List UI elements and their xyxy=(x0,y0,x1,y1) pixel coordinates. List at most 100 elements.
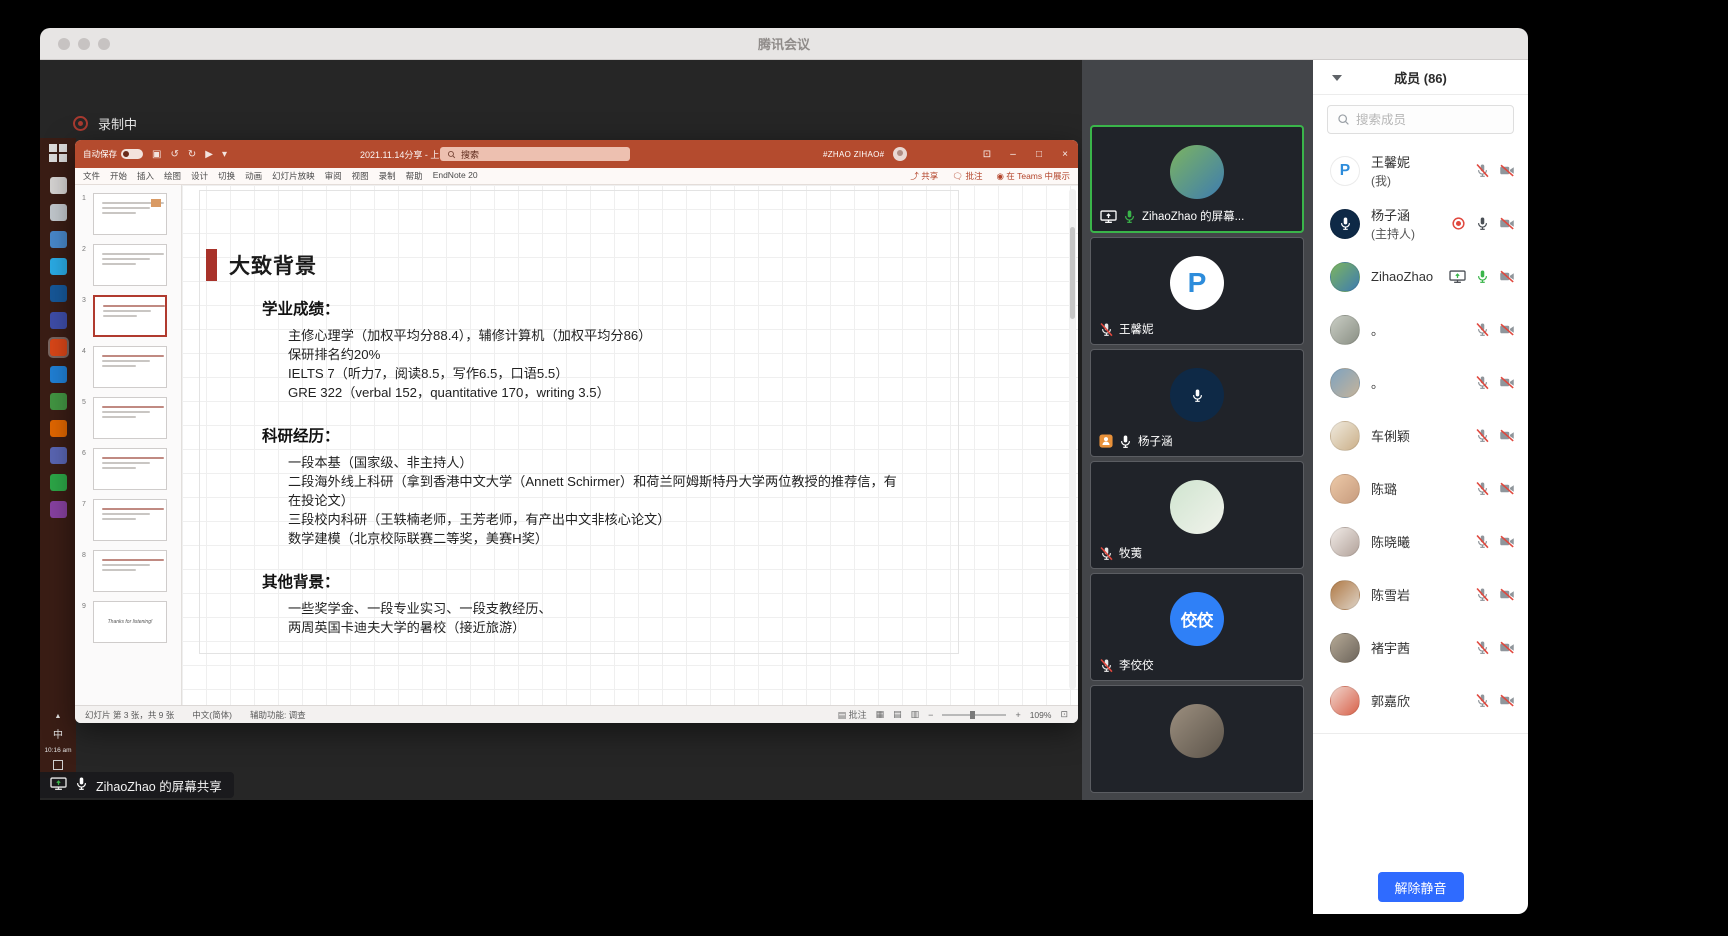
member-search-input[interactable] xyxy=(1356,113,1506,127)
thumbnail-preview[interactable] xyxy=(93,346,167,388)
zoom-in-icon[interactable]: + xyxy=(1015,710,1020,720)
taskbar-app-icon-11[interactable] xyxy=(50,447,67,464)
slide-sorter-view-icon[interactable]: ▤ xyxy=(893,709,902,720)
collapse-panel-icon[interactable] xyxy=(1332,75,1342,81)
close-window-button[interactable] xyxy=(58,38,70,50)
slide-thumbnail-8[interactable]: 8 xyxy=(75,550,181,592)
taskbar-app-icon-5[interactable] xyxy=(50,285,67,302)
taskbar-app-icon-4[interactable] xyxy=(50,258,67,275)
taskbar-app-icon-3[interactable] xyxy=(50,231,67,248)
member-row-4[interactable]: 。 xyxy=(1313,303,1528,356)
slide-thumbnail-5[interactable]: 5 xyxy=(75,397,181,439)
slide-thumbnail-3[interactable]: 3 xyxy=(75,295,181,337)
windows-logo-icon[interactable] xyxy=(49,144,67,162)
member-row-1[interactable]: P王馨妮(我) xyxy=(1313,144,1528,197)
zoom-level[interactable]: 109% xyxy=(1030,710,1052,720)
ribbon-tab-2[interactable]: 开始 xyxy=(110,170,127,182)
notification-center-icon[interactable] xyxy=(53,760,63,770)
taskbar-app-icon-9[interactable] xyxy=(50,393,67,410)
present-in-teams-button[interactable]: ◉ 在 Teams 中展示 xyxy=(996,170,1070,182)
thumbnail-preview[interactable] xyxy=(93,397,167,439)
taskbar-app-icon-8[interactable] xyxy=(50,366,67,383)
slide-thumbnail-1[interactable]: 1 xyxy=(75,193,181,235)
present-icon[interactable]: ▶ xyxy=(205,149,213,160)
slide-thumbnail-7[interactable]: 7 xyxy=(75,499,181,541)
notes-button[interactable]: ▤ 批注 xyxy=(838,708,867,721)
unmute-button[interactable]: 解除静音 xyxy=(1378,872,1464,902)
slide-thumbnail-2[interactable]: 2 xyxy=(75,244,181,286)
ribbon-tab-4[interactable]: 绘图 xyxy=(164,170,181,182)
comments-button[interactable]: 🗨 批注 xyxy=(952,170,982,182)
taskbar-app-icon-10[interactable] xyxy=(50,420,67,437)
tray-expand-icon[interactable]: ▲ xyxy=(55,713,62,720)
ribbon-tab-9[interactable]: 审阅 xyxy=(325,170,342,182)
ribbon-tab-12[interactable]: 帮助 xyxy=(406,170,423,182)
ribbon-tab-11[interactable]: 录制 xyxy=(379,170,396,182)
video-tile-李佼佼[interactable]: 佼佼李佼佼 xyxy=(1090,573,1304,681)
minimize-window-button[interactable] xyxy=(78,38,90,50)
ppt-minimize-button[interactable]: – xyxy=(1000,140,1026,168)
member-row-9[interactable]: 陈雪岩 xyxy=(1313,568,1528,621)
accessibility-status[interactable]: 辅助功能: 调查 xyxy=(250,709,306,721)
taskbar-app-icon-13[interactable] xyxy=(50,501,67,518)
member-row-5[interactable]: 。 xyxy=(1313,356,1528,409)
thumbnail-preview[interactable] xyxy=(93,499,167,541)
ppt-restore-button[interactable]: □ xyxy=(1026,140,1052,168)
quick-access-dropdown-icon[interactable]: ▾ xyxy=(222,149,227,160)
slide-thumbnail-4[interactable]: 4 xyxy=(75,346,181,388)
ribbon-tab-5[interactable]: 设计 xyxy=(191,170,208,182)
member-row-8[interactable]: 陈晓曦 xyxy=(1313,515,1528,568)
thumbnail-preview[interactable] xyxy=(93,244,167,286)
slide-thumbnail-9[interactable]: 9Thanks for listening! xyxy=(75,601,181,643)
member-row-10[interactable]: 褚宇茜 xyxy=(1313,621,1528,674)
thumbnail-preview[interactable] xyxy=(93,448,167,490)
thumbnail-preview[interactable] xyxy=(93,295,167,337)
ribbon-tab-8[interactable]: 幻灯片放映 xyxy=(272,170,315,182)
account-avatar[interactable] xyxy=(893,147,907,161)
taskbar-app-icon-7[interactable] xyxy=(50,339,67,356)
taskbar-app-icon-6[interactable] xyxy=(50,312,67,329)
save-icon[interactable]: ▣ xyxy=(152,149,161,160)
video-tile-ZihaoZhao 的屏幕...[interactable]: ZihaoZhao 的屏幕... xyxy=(1090,125,1304,233)
autosave-control[interactable]: 自动保存 xyxy=(83,148,143,160)
member-row-2[interactable]: 杨子涵(主持人) xyxy=(1313,197,1528,250)
taskbar-app-icon-1[interactable] xyxy=(50,177,67,194)
language-status[interactable]: 中文(简体) xyxy=(192,709,232,721)
zoom-out-icon[interactable]: − xyxy=(928,710,933,720)
ribbon-tab-13[interactable]: EndNote 20 xyxy=(433,170,478,182)
normal-view-icon[interactable]: ▦ xyxy=(876,709,885,720)
video-tile-杨子涵[interactable]: 杨子涵 xyxy=(1090,349,1304,457)
canvas-scrollbar[interactable] xyxy=(1069,189,1076,689)
undo-icon[interactable]: ↺ xyxy=(170,149,178,160)
ppt-close-button[interactable]: × xyxy=(1052,140,1078,168)
zoom-window-button[interactable] xyxy=(98,38,110,50)
video-tile-王馨妮[interactable]: P王馨妮 xyxy=(1090,237,1304,345)
thumbnail-preview[interactable]: Thanks for listening! xyxy=(93,601,167,643)
reading-view-icon[interactable]: ▥ xyxy=(911,709,920,720)
slide-thumbnail-6[interactable]: 6 xyxy=(75,448,181,490)
member-search-box[interactable] xyxy=(1327,105,1514,134)
ribbon-tab-10[interactable]: 视图 xyxy=(352,170,369,182)
ribbon-tab-6[interactable]: 切换 xyxy=(218,170,235,182)
thumbnail-preview[interactable] xyxy=(93,193,167,235)
member-row-6[interactable]: 车俐颖 xyxy=(1313,409,1528,462)
video-tile-牧荑[interactable]: 牧荑 xyxy=(1090,461,1304,569)
ribbon-display-icon[interactable]: ⊡ xyxy=(974,140,1000,168)
ribbon-tab-3[interactable]: 插入 xyxy=(137,170,154,182)
taskbar-clock[interactable]: 10:16 am xyxy=(44,747,71,754)
share-button[interactable]: ⤴ 共享 xyxy=(910,170,938,182)
member-row-11[interactable]: 郭嘉欣 xyxy=(1313,674,1528,727)
taskbar-app-icon-2[interactable] xyxy=(50,204,67,221)
redo-icon[interactable]: ↻ xyxy=(188,149,196,160)
ribbon-tab-7[interactable]: 动画 xyxy=(245,170,262,182)
autosave-toggle[interactable] xyxy=(121,149,143,159)
fit-slide-icon[interactable]: ⊡ xyxy=(1060,709,1068,720)
ime-indicator[interactable]: 中 xyxy=(53,726,63,741)
ribbon-tab-1[interactable]: 文件 xyxy=(83,170,100,182)
ppt-search-box[interactable]: 搜索 xyxy=(440,147,630,161)
member-row-3[interactable]: ZihaoZhao xyxy=(1313,250,1528,303)
video-tile-partial[interactable] xyxy=(1090,685,1304,793)
taskbar-app-icon-12[interactable] xyxy=(50,474,67,491)
member-row-7[interactable]: 陈璐 xyxy=(1313,462,1528,515)
zoom-slider[interactable] xyxy=(942,714,1006,716)
